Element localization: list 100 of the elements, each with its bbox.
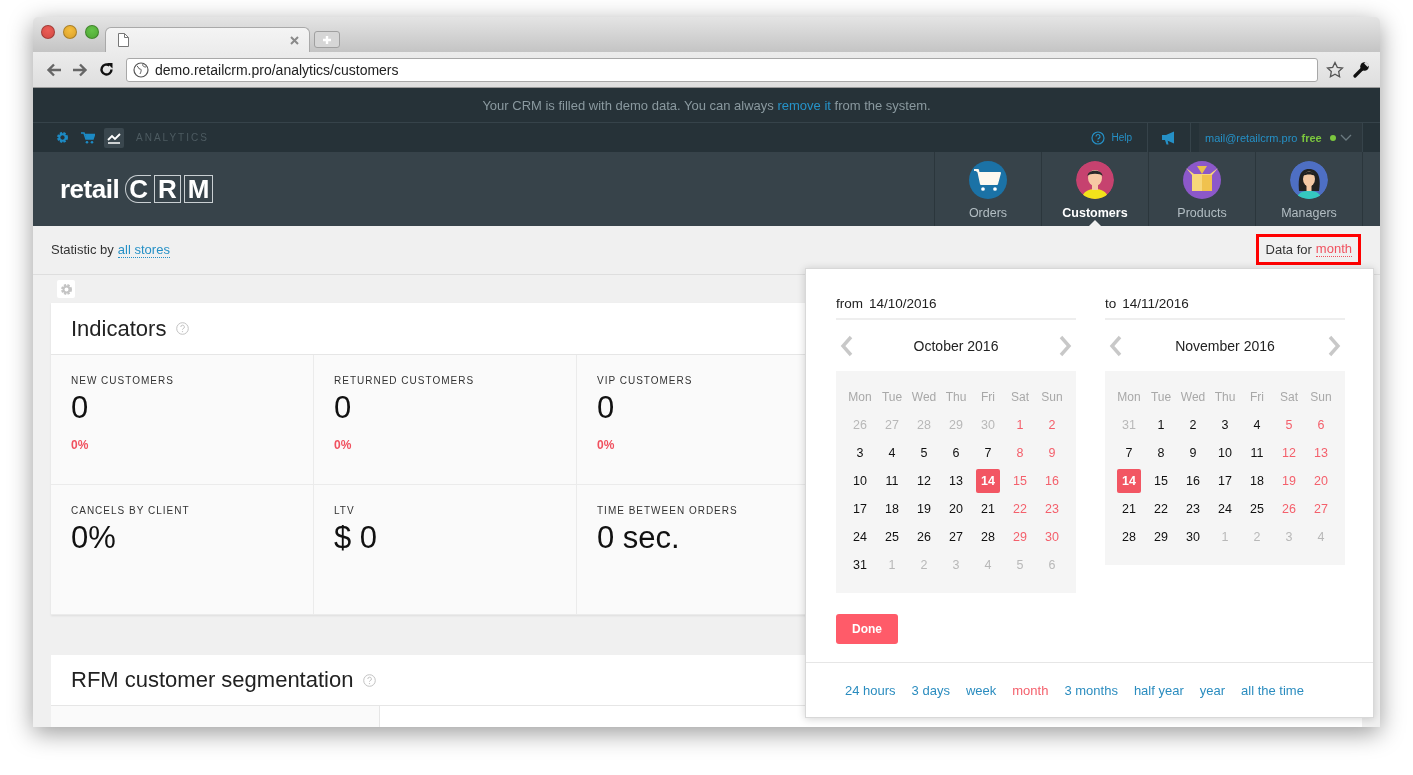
calendar-day[interactable]: 23 <box>1040 497 1064 521</box>
calendar-day[interactable]: 13 <box>944 469 968 493</box>
calendar-day[interactable]: 11 <box>1245 441 1269 465</box>
calendar-day[interactable]: 7 <box>976 441 1000 465</box>
calendar-day[interactable]: 16 <box>1040 469 1064 493</box>
calendar-day[interactable]: 1 <box>1008 413 1032 437</box>
store-link[interactable]: all stores <box>117 242 170 258</box>
calendar-day[interactable]: 18 <box>1245 469 1269 493</box>
period-option[interactable]: week <box>957 682 1005 698</box>
calendar-day[interactable]: 4 <box>880 441 904 465</box>
period-option[interactable]: half year <box>1125 682 1192 698</box>
megaphone-icon[interactable] <box>1161 130 1177 145</box>
calendar-day[interactable]: 3 <box>848 441 872 465</box>
calendar-day[interactable]: 27 <box>1309 497 1333 521</box>
calendar-day[interactable]: 5 <box>912 441 936 465</box>
calendar-day[interactable]: 17 <box>848 497 872 521</box>
calendar-day[interactable]: 12 <box>912 469 936 493</box>
calendar-day[interactable]: 21 <box>1117 497 1141 521</box>
calendar-day[interactable]: 12 <box>1277 441 1301 465</box>
help-icon[interactable] <box>363 673 377 687</box>
calendar-day[interactable]: 11 <box>880 469 904 493</box>
calendar-day[interactable]: 15 <box>1008 469 1032 493</box>
calendar-day[interactable]: 24 <box>1213 497 1237 521</box>
close-icon[interactable] <box>290 35 299 45</box>
calendar-day[interactable]: 22 <box>1149 497 1173 521</box>
stats-label: Statistic by <box>51 242 114 258</box>
calendar-day[interactable]: 1 <box>1149 413 1173 437</box>
calendar-day[interactable]: 25 <box>1245 497 1269 521</box>
calendar-day[interactable]: 26 <box>912 525 936 549</box>
calendar-day[interactable]: 15 <box>1149 469 1173 493</box>
calendar-day[interactable]: 9 <box>1181 441 1205 465</box>
calendar-day[interactable]: 6 <box>944 441 968 465</box>
period-option[interactable]: all the time <box>1233 682 1312 698</box>
calendar-day[interactable]: 10 <box>848 469 872 493</box>
calendar-day[interactable]: 19 <box>912 497 936 521</box>
calendar-day[interactable]: 3 <box>1213 413 1237 437</box>
calendar-day[interactable]: 30 <box>1040 525 1064 549</box>
indicator-label: VIP CUSTOMERS <box>597 375 693 386</box>
calendar-day[interactable]: 29 <box>1008 525 1032 549</box>
calendar-day[interactable]: 14 <box>1117 469 1141 493</box>
calendar-day[interactable]: 9 <box>1040 441 1064 465</box>
weekday-label: Sun <box>1041 390 1063 404</box>
calendar-day[interactable]: 19 <box>1277 469 1301 493</box>
calendar-day[interactable]: 26 <box>1277 497 1301 521</box>
calendar-day[interactable]: 22 <box>1008 497 1032 521</box>
window-control[interactable] <box>63 25 77 39</box>
chevron-down-icon[interactable] <box>1340 134 1352 141</box>
indicator-label: TIME BETWEEN ORDERS <box>597 505 738 516</box>
calendar-day[interactable]: 27 <box>944 525 968 549</box>
chevron-right-icon[interactable] <box>1327 334 1341 357</box>
calendar-day[interactable]: 8 <box>1008 441 1032 465</box>
date-value: 14/11/2016 <box>1122 296 1189 311</box>
calendar-day[interactable]: 28 <box>976 525 1000 549</box>
calendar-day[interactable]: 18 <box>880 497 904 521</box>
calendar-day[interactable]: 13 <box>1309 441 1333 465</box>
calendar-day[interactable]: 10 <box>1213 441 1237 465</box>
account-email[interactable]: mail@retailcrm.pro <box>1205 131 1298 144</box>
period-option[interactable]: month <box>1004 682 1057 698</box>
calendar-day[interactable]: 16 <box>1181 469 1205 493</box>
calendar-day[interactable]: 17 <box>1213 469 1237 493</box>
period-option[interactable]: 3 months <box>1056 682 1126 698</box>
calendar-day[interactable]: 24 <box>848 525 872 549</box>
done-button[interactable]: Done <box>836 614 898 644</box>
help-icon[interactable] <box>176 322 190 335</box>
period-option[interactable]: year <box>1191 682 1234 698</box>
chevron-left-icon[interactable] <box>1109 334 1123 357</box>
calendar-day[interactable]: 25 <box>880 525 904 549</box>
new-tab-button[interactable] <box>314 31 340 48</box>
period-option[interactable]: 24 hours <box>837 682 904 698</box>
nav-tab[interactable]: Products <box>1148 152 1255 226</box>
calendar-day[interactable]: 28 <box>1117 525 1141 549</box>
calendar-day[interactable]: 8 <box>1149 441 1173 465</box>
app-switch[interactable] <box>104 127 124 148</box>
nav-tab[interactable]: Orders <box>934 152 1041 226</box>
window-control[interactable] <box>41 25 55 39</box>
chevron-left-icon[interactable] <box>840 334 854 357</box>
period-link[interactable]: month <box>1315 241 1352 257</box>
period-option[interactable]: 3 days <box>903 682 958 698</box>
calendar-day[interactable]: 14 <box>976 469 1000 493</box>
calendar-day[interactable]: 6 <box>1309 413 1333 437</box>
calendar-day[interactable]: 31 <box>848 553 872 577</box>
calendar-day[interactable]: 20 <box>944 497 968 521</box>
nav-tab[interactable]: Managers <box>1255 152 1362 226</box>
window-control[interactable] <box>85 25 99 39</box>
chevron-right-icon[interactable] <box>1058 334 1072 357</box>
calendar-day[interactable]: 4 <box>1245 413 1269 437</box>
address-bar[interactable]: demo.retailcrm.pro/analytics/customers <box>126 57 1318 82</box>
calendar-day[interactable]: 2 <box>1040 413 1064 437</box>
calendar-day[interactable]: 2 <box>1181 413 1205 437</box>
calendar-day[interactable]: 5 <box>1277 413 1301 437</box>
calendar-day[interactable]: 30 <box>1181 525 1205 549</box>
calendar-day[interactable]: 23 <box>1181 497 1205 521</box>
remove-link[interactable]: remove it <box>777 97 831 113</box>
calendar-day[interactable]: 7 <box>1117 441 1141 465</box>
browser-tab[interactable] <box>105 27 310 52</box>
settings-button[interactable] <box>57 280 75 298</box>
calendar-day[interactable]: 20 <box>1309 469 1333 493</box>
calendar-day[interactable]: 21 <box>976 497 1000 521</box>
indicator-label: NEW CUSTOMERS <box>71 375 174 386</box>
calendar-day[interactable]: 29 <box>1149 525 1173 549</box>
